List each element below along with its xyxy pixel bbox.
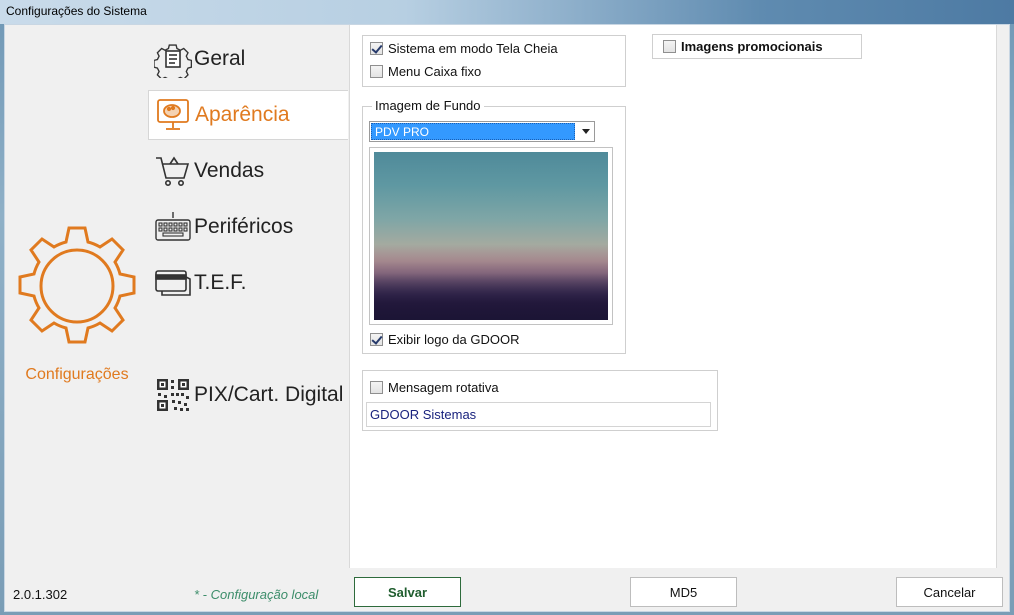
show-logo-label: Exibir logo da GDOOR [388,332,520,347]
nav-item-vendas[interactable]: Vendas [148,146,348,196]
rotating-message-label: Mensagem rotativa [388,380,499,395]
background-select[interactable]: PDV PRO [369,121,595,142]
chevron-down-icon[interactable] [582,129,590,134]
promo-images-label: Imagens promocionais [681,39,823,54]
nav-item-pix[interactable]: PIX/Cart. Digital [148,370,348,420]
rotating-message-input[interactable]: GDOOR Sistemas [366,402,711,427]
monitor-palette-icon [157,99,189,130]
nav-label-geral: Geral [194,47,246,70]
rotating-message-option[interactable]: Mensagem rotativa [370,380,499,395]
nav-item-perifericos[interactable]: Periféricos [148,202,348,252]
nav-label-perifericos: Periféricos [194,215,294,238]
show-logo-checkbox[interactable] [370,333,383,346]
promo-images-option[interactable]: Imagens promocionais [663,39,823,54]
background-group-legend: Imagem de Fundo [372,98,484,113]
card-terminal-icon [155,270,191,296]
fixed-menu-checkbox[interactable] [370,65,383,78]
document-gear-icon [154,44,192,78]
nav-label-pix: PIX/Cart. Digital [194,383,344,406]
cancel-button[interactable]: Cancelar [896,577,1003,607]
window-title: Configurações do Sistema [0,0,1014,24]
nav-item-aparencia[interactable]: Aparência [148,90,348,140]
nav-label-aparencia: Aparência [195,103,290,126]
fullscreen-option[interactable]: Sistema em modo Tela Cheia [370,41,558,56]
fullscreen-label: Sistema em modo Tela Cheia [388,41,558,56]
nav-label-vendas: Vendas [194,159,265,182]
keyboard-icon [155,212,191,241]
promo-images-checkbox[interactable] [663,40,676,53]
qr-code-icon [157,379,189,411]
fixed-menu-option[interactable]: Menu Caixa fixo [370,64,481,79]
background-preview-image [374,152,608,320]
brand-label: Configurações [25,366,129,383]
shopping-cart-icon [156,156,190,186]
save-button[interactable]: Salvar [354,577,461,607]
settings-gear-icon [18,226,136,344]
fixed-menu-label: Menu Caixa fixo [388,64,482,79]
local-config-note: * - Configuração local [194,587,319,602]
rotating-message-checkbox[interactable] [370,381,383,394]
fullscreen-checkbox[interactable] [370,42,383,55]
version-label: 2.0.1.302 [13,587,68,602]
nav-label-tef: T.E.F. [194,271,247,294]
show-logo-option[interactable]: Exibir logo da GDOOR [370,332,520,347]
nav-item-tef[interactable]: T.E.F. [148,258,348,308]
background-select-value: PDV PRO [371,123,575,140]
nav-item-geral[interactable]: Geral [148,34,348,84]
md5-button[interactable]: MD5 [630,577,737,607]
background-preview [369,147,613,325]
